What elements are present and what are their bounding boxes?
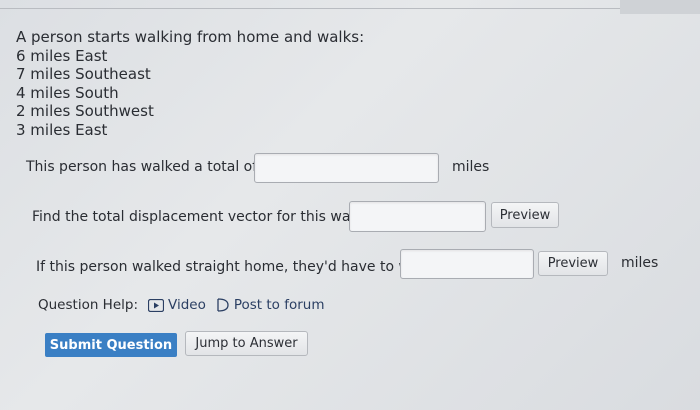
submit-question-button[interactable]: Submit Question [45,333,177,357]
forum-link[interactable]: Post to forum [216,297,325,313]
walk-leg: 4 miles South [16,83,119,102]
displacement-vector-input[interactable] [349,201,486,232]
video-link-label: Video [168,297,206,313]
question-help-label: Question Help: [38,297,138,313]
question-help: Question Help: Video Post to forum [38,297,324,313]
forum-icon [217,298,229,312]
q2-prompt: Find the total displacement vector for t… [32,209,368,225]
video-icon [148,298,164,312]
q3-prompt: If this person walked straight home, the… [36,259,431,275]
problem-statement: A person starts walking from home and wa… [16,28,364,139]
walk-leg: 3 miles East [16,120,108,139]
problem-intro: A person starts walking from home and wa… [16,28,365,46]
window-corner [620,0,700,14]
total-distance-input[interactable] [254,153,439,183]
walk-leg: 2 miles Southwest [16,102,154,120]
q1-prompt: This person has walked a total of [26,159,258,175]
forum-link-label: Post to forum [233,297,325,313]
walk-home-input[interactable] [400,249,534,279]
video-link[interactable]: Video [148,297,206,313]
walk-leg: 7 miles Southeast [16,65,151,83]
walk-leg: 6 miles East [16,46,108,65]
q3-unit: miles [621,255,659,271]
q1-unit: miles [452,159,490,175]
jump-to-answer-button[interactable]: Jump to Answer [185,331,308,356]
top-divider [0,8,620,9]
walk-home-preview-button[interactable]: Preview [538,251,608,276]
displacement-preview-button[interactable]: Preview [491,202,559,228]
